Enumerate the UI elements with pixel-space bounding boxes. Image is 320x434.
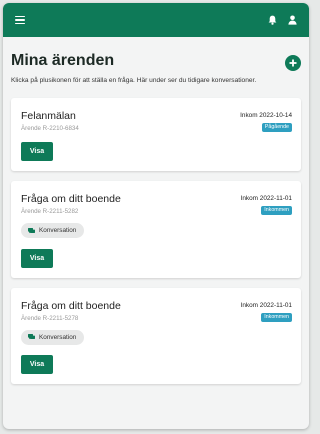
- conversation-chip[interactable]: Konversation: [21, 329, 85, 345]
- case-date: Inkom 2022-11-01: [240, 195, 292, 202]
- case-list: Felanmälan Ärende R-2210-6834 Inkom 2022…: [11, 98, 301, 384]
- phone-screen: Mina ärenden Klicka på plusikonen för at…: [3, 3, 309, 429]
- view-button[interactable]: Visa: [21, 248, 53, 268]
- bell-icon[interactable]: [268, 15, 277, 25]
- plus-circle-icon[interactable]: [285, 55, 301, 71]
- top-bar: [3, 3, 309, 37]
- page-title: Mina ärenden: [11, 52, 115, 69]
- chat-icon: [28, 227, 35, 233]
- chat-icon: [28, 334, 35, 340]
- case-date: Inkom 2022-10-14: [240, 112, 292, 119]
- case-id: Ärende R-2210-6834: [21, 125, 79, 132]
- case-card: Felanmälan Ärende R-2210-6834 Inkom 2022…: [11, 98, 301, 171]
- view-button[interactable]: Visa: [21, 142, 53, 161]
- page-header: Mina ärenden Klicka på plusikonen för at…: [11, 52, 301, 86]
- case-date: Inkom 2022-11-01: [240, 301, 292, 309]
- user-icon[interactable]: [288, 15, 297, 25]
- menu-icon[interactable]: [15, 15, 25, 25]
- case-id: Ärende R-2211-5278: [21, 314, 79, 322]
- top-bar-actions: [268, 15, 297, 25]
- case-id: Ärende R-2211-5282: [21, 208, 79, 215]
- status-badge: Pågående: [261, 123, 292, 132]
- conversation-chip[interactable]: Konversation: [21, 223, 85, 238]
- status-badge: Inkommen: [261, 206, 292, 215]
- status-badge: Inkommen: [261, 312, 292, 322]
- chip-label: Konversation: [39, 333, 77, 341]
- page-description: Klicka på plusikonen för att ställa en f…: [11, 77, 257, 84]
- view-button[interactable]: Visa: [21, 355, 53, 374]
- case-card: Fråga om ditt boende Ärende R-2211-5282 …: [11, 181, 301, 278]
- case-card: Fråga om ditt boende Ärende R-2211-5278 …: [11, 287, 301, 384]
- chip-label: Konversation: [39, 227, 77, 234]
- main-content: Mina ärenden Klicka på plusikonen för at…: [3, 37, 309, 384]
